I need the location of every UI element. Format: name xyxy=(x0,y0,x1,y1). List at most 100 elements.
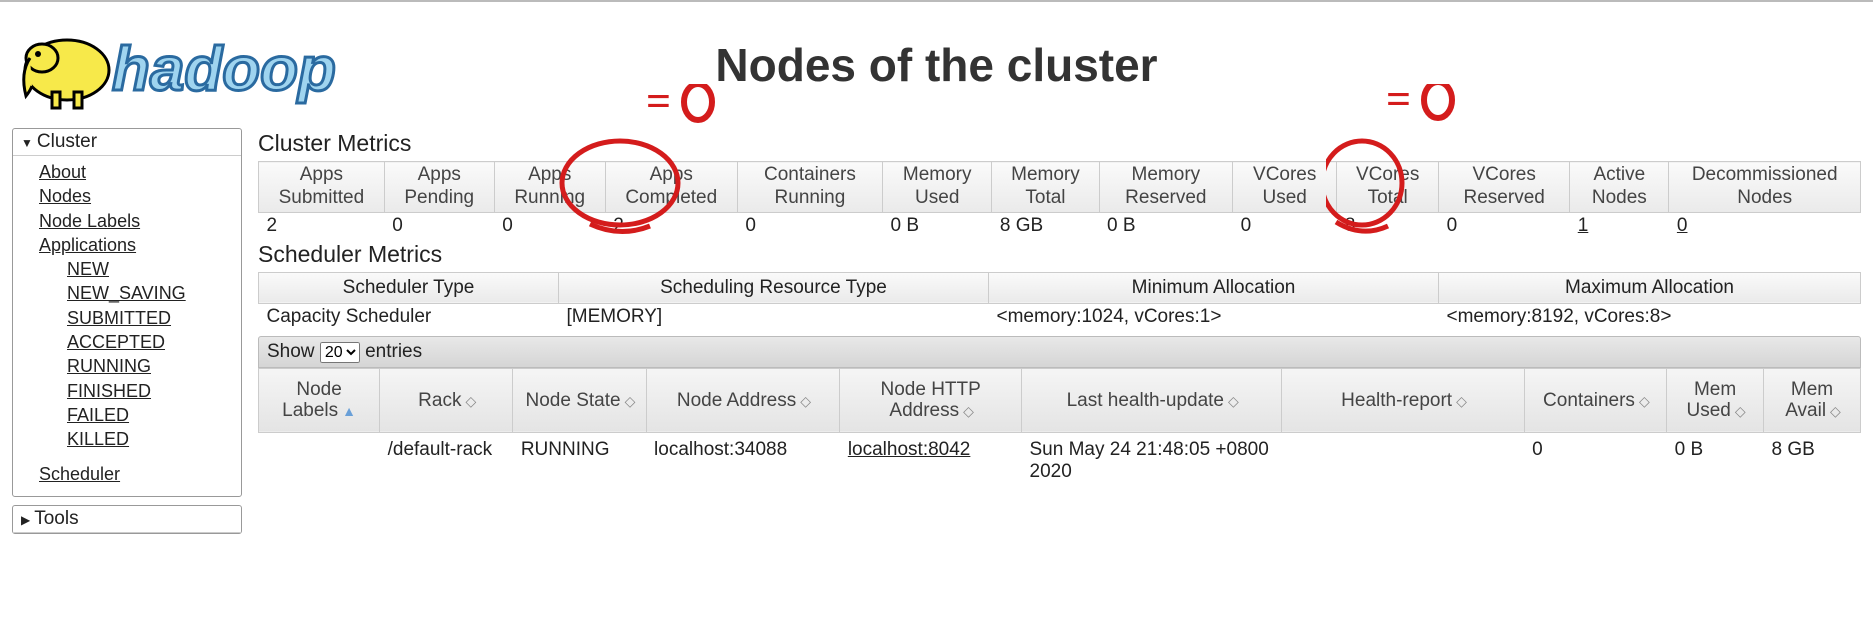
th-memory-reserved[interactable]: Memory Reserved xyxy=(1099,162,1233,213)
sort-icon: ◇ xyxy=(800,393,809,409)
entries-per-page-select[interactable]: 20 xyxy=(320,342,360,363)
cluster-metrics-table: Apps Submitted Apps Pending Apps Running… xyxy=(258,161,1861,239)
sort-icon: ◇ xyxy=(625,393,634,409)
scheduler-metrics-title: Scheduler Metrics xyxy=(258,241,1861,268)
node-http-link[interactable]: localhost:8042 xyxy=(848,439,971,460)
sort-icon: ◇ xyxy=(1830,403,1839,419)
cell-node-address: localhost:34088 xyxy=(646,433,840,490)
sort-icon: ◇ xyxy=(1456,393,1465,409)
val-memory-used: 0 B xyxy=(883,212,992,239)
val-vcores-total: 8 xyxy=(1337,212,1439,239)
nav-app-state-killed[interactable]: KILLED xyxy=(67,427,237,451)
sidebar: ▼ Cluster About Nodes Node Labels Applica… xyxy=(12,128,242,542)
sort-icon: ◇ xyxy=(465,393,474,409)
hadoop-icon: hadoop xyxy=(12,10,392,120)
th-mem-used[interactable]: Mem Used◇ xyxy=(1667,368,1764,433)
th-scheduler-type[interactable]: Scheduler Type xyxy=(259,272,559,303)
sort-icon: ◇ xyxy=(1228,393,1237,409)
th-node-address[interactable]: Node Address◇ xyxy=(646,368,840,433)
show-label-post: entries xyxy=(365,341,422,362)
scheduler-metrics-table: Scheduler Type Scheduling Resource Type … xyxy=(258,272,1861,330)
th-decommissioned-nodes[interactable]: Decommissioned Nodes xyxy=(1669,162,1861,213)
th-vcores-used[interactable]: VCores Used xyxy=(1233,162,1337,213)
nav-nodes[interactable]: Nodes xyxy=(39,184,237,208)
sidebar-cluster-label: Cluster xyxy=(37,131,97,152)
val-decommissioned-nodes[interactable]: 0 xyxy=(1669,212,1861,239)
sort-icon: ◇ xyxy=(1639,393,1648,409)
sidebar-tools-label: Tools xyxy=(34,508,78,529)
hadoop-logo: hadoop xyxy=(12,10,392,120)
sort-icon: ◇ xyxy=(1735,403,1744,419)
cell-rack: /default-rack xyxy=(380,433,513,490)
nav-applications[interactable]: Applications xyxy=(39,233,237,257)
nav-node-labels[interactable]: Node Labels xyxy=(39,209,237,233)
th-rack[interactable]: Rack◇ xyxy=(380,368,513,433)
nav-scheduler[interactable]: Scheduler xyxy=(39,462,237,486)
cell-node-state: RUNNING xyxy=(513,433,646,490)
th-memory-used[interactable]: Memory Used xyxy=(883,162,992,213)
th-health-report[interactable]: Health-report◇ xyxy=(1282,368,1524,433)
val-active-nodes[interactable]: 1 xyxy=(1570,212,1669,239)
th-node-labels[interactable]: Node Labels▲ xyxy=(259,368,380,433)
sidebar-header-cluster[interactable]: ▼ Cluster xyxy=(13,129,241,156)
th-apps-running[interactable]: Apps Running xyxy=(494,162,605,213)
nav-about[interactable]: About xyxy=(39,160,237,184)
th-node-http-address[interactable]: Node HTTP Address◇ xyxy=(840,368,1022,433)
th-last-health-update[interactable]: Last health-update◇ xyxy=(1022,368,1282,433)
val-scheduling-resource-type: [MEMORY] xyxy=(559,303,989,330)
th-mem-avail[interactable]: Mem Avail◇ xyxy=(1764,368,1861,433)
th-active-nodes[interactable]: Active Nodes xyxy=(1570,162,1669,213)
val-vcores-reserved: 0 xyxy=(1439,212,1570,239)
val-memory-total: 8 GB xyxy=(992,212,1099,239)
val-minimum-allocation: <memory:1024, vCores:1> xyxy=(989,303,1439,330)
th-memory-total[interactable]: Memory Total xyxy=(992,162,1099,213)
show-label-pre: Show xyxy=(267,341,315,362)
cell-node-http-address: localhost:8042 xyxy=(840,433,1022,490)
th-apps-submitted[interactable]: Apps Submitted xyxy=(259,162,385,213)
cell-last-health-update: Sun May 24 21:48:05 +0800 2020 xyxy=(1022,433,1282,490)
scheduler-metrics-row: Capacity Scheduler [MEMORY] <memory:1024… xyxy=(259,303,1861,330)
val-apps-running: 0 xyxy=(494,212,605,239)
th-scheduling-resource-type[interactable]: Scheduling Resource Type xyxy=(559,272,989,303)
th-containers-running[interactable]: Containers Running xyxy=(737,162,882,213)
th-maximum-allocation[interactable]: Maximum Allocation xyxy=(1439,272,1861,303)
nav-app-state-submitted[interactable]: SUBMITTED xyxy=(67,306,237,330)
nav-app-state-running[interactable]: RUNNING xyxy=(67,354,237,378)
caret-down-icon: ▼ xyxy=(21,136,33,150)
val-vcores-used: 0 xyxy=(1233,212,1337,239)
val-scheduler-type: Capacity Scheduler xyxy=(259,303,559,330)
cell-mem-avail: 8 GB xyxy=(1764,433,1861,490)
nav-app-state-accepted[interactable]: ACCEPTED xyxy=(67,330,237,354)
nav-app-state-failed[interactable]: FAILED xyxy=(67,403,237,427)
nav-app-state-new-saving[interactable]: NEW_SAVING xyxy=(67,281,237,305)
sort-icon: ◇ xyxy=(963,403,972,419)
th-apps-completed[interactable]: Apps Completed xyxy=(605,162,737,213)
th-apps-pending[interactable]: Apps Pending xyxy=(384,162,494,213)
th-node-state[interactable]: Node State◇ xyxy=(513,368,646,433)
val-apps-submitted: 2 xyxy=(259,212,385,239)
sidebar-header-tools[interactable]: ▶ Tools xyxy=(13,506,241,533)
val-memory-reserved: 0 B xyxy=(1099,212,1233,239)
cell-health-report xyxy=(1282,433,1524,490)
datatable-length-control: Show 20 entries xyxy=(258,336,1861,368)
th-vcores-total[interactable]: VCores Total xyxy=(1337,162,1439,213)
cluster-metrics-title: Cluster Metrics xyxy=(258,130,1861,157)
nav-app-state-finished[interactable]: FINISHED xyxy=(67,379,237,403)
val-maximum-allocation: <memory:8192, vCores:8> xyxy=(1439,303,1861,330)
th-minimum-allocation[interactable]: Minimum Allocation xyxy=(989,272,1439,303)
cell-node-labels xyxy=(259,433,380,490)
val-containers-running: 0 xyxy=(737,212,882,239)
nav-app-state-new[interactable]: NEW xyxy=(67,257,237,281)
nodes-table: Node Labels▲ Rack◇ Node State◇ Node Addr… xyxy=(258,368,1861,490)
table-row: /default-rack RUNNING localhost:34088 lo… xyxy=(259,433,1861,490)
svg-text:hadoop: hadoop xyxy=(112,35,336,104)
th-vcores-reserved[interactable]: VCores Reserved xyxy=(1439,162,1570,213)
cluster-metrics-row: 2 0 0 2 0 0 B 8 GB 0 B 0 8 0 1 0 xyxy=(259,212,1861,239)
page-title: Nodes of the cluster xyxy=(715,38,1157,92)
cell-containers: 0 xyxy=(1524,433,1667,490)
cell-mem-used: 0 B xyxy=(1667,433,1764,490)
val-apps-completed: 2 xyxy=(605,212,737,239)
th-containers[interactable]: Containers◇ xyxy=(1524,368,1667,433)
val-apps-pending: 0 xyxy=(384,212,494,239)
caret-right-icon: ▶ xyxy=(21,513,30,527)
